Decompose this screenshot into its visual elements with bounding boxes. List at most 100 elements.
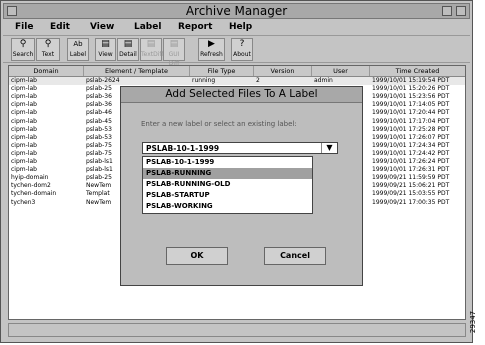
menu-report[interactable]: Report (178, 20, 212, 34)
add-to-label-dialog: Add Selected Files To A Label Enter a ne… (120, 86, 363, 286)
toolbar: ⚲ Search ⚲ Text Ab Label ▤ View ▤ Detail… (3, 35, 470, 67)
dialog-prompt: Enter a new label or select an existing … (141, 120, 297, 128)
menu-file[interactable]: File (15, 20, 33, 34)
table-row[interactable]: cipm-lab pslab-2624 running 2 admin 1999/10/0… (9, 77, 465, 85)
figure-number-text: 29347 (469, 310, 478, 334)
view-button-label: View (98, 51, 113, 58)
table-cell: 1999/09/21 11:59:59 PDT (372, 174, 450, 182)
label-combo-box[interactable]: PSLAB-10-1-1999 ▼ (142, 142, 338, 154)
table-cell: cipm-lab (11, 133, 37, 141)
label-option[interactable]: PSLAB-10-1-1999 (143, 157, 312, 168)
table-cell: cipm-lab (11, 149, 37, 157)
table-cell: cipm-lab (11, 85, 37, 93)
text-button-label: Text (41, 51, 55, 58)
table-cell: 1999/10/01 17:17:04 PDT (372, 117, 450, 125)
view-button[interactable]: ▤ View (95, 38, 116, 61)
table-cell: cipm-lab (11, 117, 37, 125)
view-icon: ▤ (101, 39, 110, 49)
column-header-element[interactable]: Element / Template (84, 66, 190, 76)
table-cell: 1999/10/01 17:24:42 PDT (372, 149, 450, 157)
label-option[interactable]: PSLAB-RUNNING (143, 168, 312, 179)
status-bar (8, 323, 466, 337)
table-cell: cipm-lab (11, 77, 37, 84)
detail-icon: ▤ (123, 39, 133, 49)
refresh-button[interactable]: ▶ Refresh (198, 38, 225, 61)
menu-view[interactable]: View (90, 20, 114, 34)
table-cell: cipm-lab (11, 125, 37, 133)
label-dropdown-list: PSLAB-10-1-1999 PSLAB-RUNNING PSLAB-RUNN… (142, 156, 313, 214)
ok-button[interactable]: OK (166, 247, 228, 265)
table-cell: tychen-dom2 (11, 182, 51, 190)
table-cell: 1999/10/01 17:14:05 PDT (372, 101, 450, 109)
table-cell: 1999/09/21 15:06:21 PDT (372, 182, 450, 190)
column-header-file-type[interactable]: File Type (190, 66, 254, 76)
table-cell: cipm-lab (11, 141, 37, 149)
label-icon: Ab (73, 40, 83, 48)
table-cell: 1999/10/01 17:20:44 PDT (372, 109, 450, 117)
about-button[interactable]: ? About (231, 38, 253, 61)
table-header: Domain Element / Template File Type Vers… (9, 66, 465, 77)
text-button[interactable]: ⚲ Text (36, 38, 60, 61)
table-cell: 1999/10/01 15:19:54 PDT (372, 77, 450, 84)
table-cell: 1999/09/21 15:03:55 PDT (372, 190, 450, 198)
table-cell: hyip-domain (11, 174, 49, 182)
dialog-title: Add Selected Files To A Label (121, 87, 362, 103)
table-cell: 1999/10/01 17:24:34 PDT (372, 141, 450, 149)
chevron-down-icon[interactable]: ▼ (321, 143, 337, 153)
table-cell: admin (314, 77, 333, 84)
label-option[interactable]: PSLAB-WORKING (143, 201, 312, 212)
table-cell: 1999/10/01 17:26:07 PDT (372, 133, 450, 141)
label-button-label: Label (69, 51, 87, 58)
table-cell: cipm-lab (11, 109, 37, 117)
maximize-button[interactable] (456, 6, 466, 16)
about-button-label: About (233, 51, 251, 58)
table-cell: cipm-lab (11, 101, 37, 109)
table-cell: cipm-lab (11, 158, 37, 165)
table-cell: cipm-lab (11, 166, 37, 174)
menu-bar: File Edit View Label Report Help (3, 20, 470, 34)
archive-manager-window: Archive Manager File Edit View Label Rep… (0, 0, 473, 343)
label-button[interactable]: Ab Label (67, 38, 89, 61)
text-diff-button[interactable]: ▤ TextDiff (140, 38, 164, 61)
table-cell: 1999/09/21 17:00:35 PDT (372, 198, 450, 206)
table-cell: pslab-2624 (86, 77, 120, 84)
about-icon: ? (239, 39, 245, 49)
minimize-button[interactable] (442, 6, 452, 16)
table-cell: tychen3 (11, 198, 36, 206)
label-option[interactable]: PSLAB-RUNNING-OLD (143, 179, 312, 190)
column-header-user[interactable]: User (312, 66, 370, 76)
table-cell: cipm-lab (11, 93, 37, 101)
window-title: Archive Manager (185, 4, 288, 18)
table-cell: 1999/10/01 17:26:24 PDT (372, 158, 450, 165)
column-header-version[interactable]: Version (254, 66, 312, 76)
table-cell: 1999/10/01 17:26:31 PDT (372, 166, 450, 174)
column-header-time-created[interactable]: Time Created (370, 66, 465, 76)
column-header-domain[interactable]: Domain (9, 66, 84, 76)
cancel-button[interactable]: Cancel (264, 247, 326, 265)
menu-label[interactable]: Label (134, 20, 161, 34)
table-cell: 1999/10/01 15:20:26 PDT (372, 85, 450, 93)
search-button-label: Search (12, 51, 34, 58)
table-cell: 2 (256, 77, 260, 84)
text-search-icon: ⚲ (44, 39, 52, 49)
refresh-icon: ▶ (208, 39, 215, 49)
figure-number: 29347 (469, 303, 484, 343)
detail-button[interactable]: ▤ Detail (117, 38, 139, 61)
gui-diff-button[interactable]: ▤ GUI Diff (163, 38, 185, 67)
search-icon: ⚲ (19, 39, 27, 49)
text-diff-icon: ▤ (146, 39, 156, 49)
menu-help[interactable]: Help (229, 20, 252, 34)
menu-edit[interactable]: Edit (50, 20, 70, 34)
label-option[interactable]: PSLAB-STARTUP (143, 190, 312, 201)
search-button[interactable]: ⚲ Search (11, 38, 35, 61)
title-bar[interactable]: Archive Manager (3, 3, 470, 19)
table-cell: 1999/10/01 17:25:28 PDT (372, 125, 450, 133)
table-cell: running (192, 77, 216, 84)
detail-button-label: Detail (119, 51, 137, 58)
label-combo-value[interactable]: PSLAB-10-1-1999 (146, 143, 219, 154)
gui-diff-icon: ▤ (169, 39, 179, 49)
refresh-button-label: Refresh (200, 51, 223, 58)
table-cell: tychen-domain (11, 190, 57, 198)
table-cell: 1999/10/01 15:23:56 PDT (372, 93, 450, 101)
text-diff-button-label: TextDiff (141, 51, 164, 58)
